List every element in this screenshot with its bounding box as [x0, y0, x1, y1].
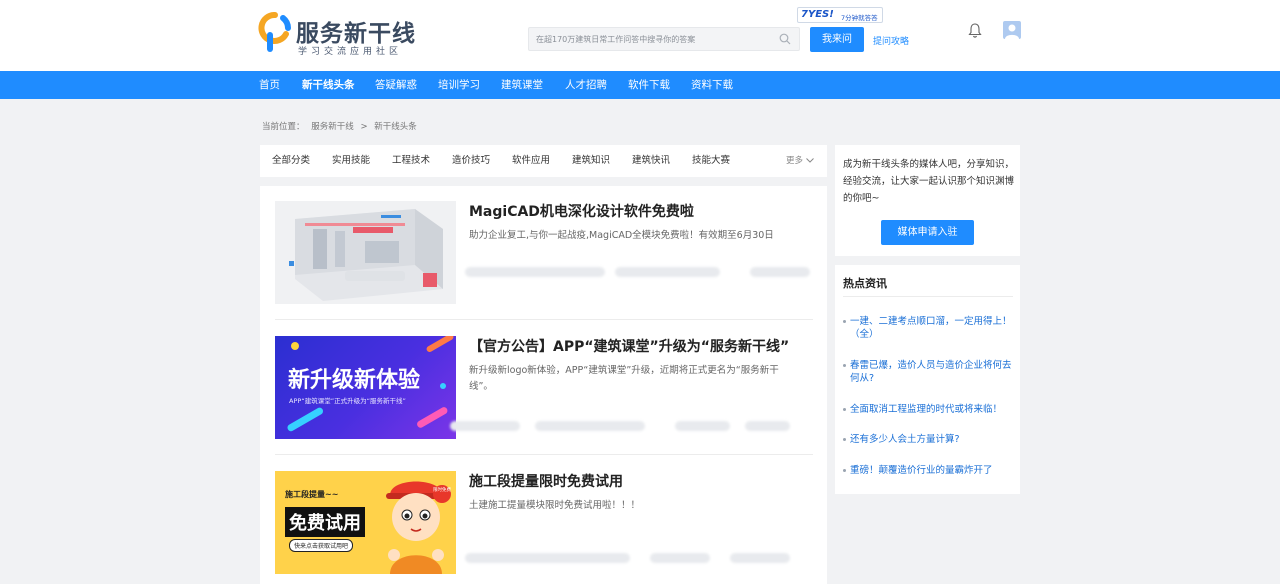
article-thumbnail[interactable]: 新升级新体验 APP“建筑课堂”正式升级为“服务新干线” — [275, 336, 456, 439]
article-summary: 新升级新logo新体验，APP“建筑课堂”升级，近期将正式更名为“服务新干线”。 — [469, 365, 779, 392]
logo-subtitle: 学习交流应用社区 — [298, 47, 403, 57]
list-item[interactable]: 施工段提量~~ 免费试用 快来点击获取试用吧 限时免费 施工段提量限时免费试用 … — [275, 471, 813, 584]
banner-headline: 新升级新体验 — [288, 362, 420, 394]
hot-news-item-label: 春雷已爆，造价人员与造价企业将何去何从? — [850, 360, 1012, 384]
article-thumbnail[interactable] — [275, 201, 456, 304]
hot-news-item-label: 全面取消工程监理的时代或将来临！ — [850, 404, 1003, 415]
category-software[interactable]: 软件应用 — [512, 145, 550, 177]
bullet-icon — [843, 438, 846, 441]
top-header: 服务新干线 学习交流应用社区 7YES! 7分钟就答答 我来问 提问攻略 — [0, 0, 1280, 71]
breadcrumb: 当前位置： 服务新干线 > 新干线头条 — [262, 120, 421, 132]
trial-banner-kicker: 施工段提量~~ — [285, 490, 339, 499]
badge-yes-label: 7YES! — [801, 9, 834, 20]
main-nav: 首页 新干线头条 答疑解惑 培训学习 建筑课堂 人才招聘 软件下载 资料下载 — [0, 71, 1280, 99]
trial-banner-headline: 免费试用 — [285, 507, 365, 537]
limited-free-badge: 限时免费 — [433, 485, 451, 503]
article-title[interactable]: 施工段提量限时免费试用 — [469, 471, 623, 491]
media-join-button[interactable]: 媒体申请入驻 — [881, 220, 974, 245]
bell-icon[interactable] — [968, 22, 982, 38]
nav-item-qa[interactable]: 答疑解惑 — [375, 71, 417, 99]
logo-mark-icon — [258, 12, 291, 52]
category-engineering[interactable]: 工程技术 — [392, 145, 430, 177]
search-box — [528, 27, 800, 51]
avatar-icon — [1005, 24, 1019, 39]
trial-banner-cta: 快来点击获取试用吧 — [289, 539, 354, 552]
user-avatar[interactable] — [1003, 21, 1021, 39]
bullet-icon — [843, 469, 846, 472]
category-more-button[interactable]: 更多 — [786, 145, 814, 177]
search-input[interactable] — [529, 28, 773, 50]
article-divider — [275, 319, 813, 320]
ask-question-button[interactable]: 我来问 — [810, 27, 864, 52]
category-bar: 全部分类 实用技能 工程技术 造价技巧 软件应用 建筑知识 建筑快讯 技能大赛 … — [260, 145, 827, 177]
category-all[interactable]: 全部分类 — [272, 145, 310, 177]
hot-news-item-label: 重磅！颠覆造价行业的量霸炸开了 — [850, 465, 993, 476]
hot-news-item-label: 一建、二建考点顺口溜，一定用得上！（全） — [850, 316, 1012, 340]
hot-news-divider — [843, 296, 1013, 297]
nav-item-home[interactable]: 首页 — [259, 71, 280, 99]
breadcrumb-current: 新干线头条 — [374, 122, 417, 132]
category-contest[interactable]: 技能大赛 — [692, 145, 730, 177]
hot-news-card: 热点资讯 一建、二建考点顺口溜，一定用得上！（全） 春雷已爆，造价人员与造价企业… — [835, 265, 1020, 494]
article-summary: 助力企业复工,与你一起战疫,MagiCAD全模块免费啦！有效期至6月30日 — [469, 230, 774, 241]
list-item[interactable]: 新升级新体验 APP“建筑课堂”正式升级为“服务新干线” 【官方公告】APP“建… — [275, 336, 813, 455]
article-divider — [275, 454, 813, 455]
category-cost[interactable]: 造价技巧 — [452, 145, 490, 177]
nav-item-jobs[interactable]: 人才招聘 — [565, 71, 607, 99]
category-news[interactable]: 建筑快讯 — [632, 145, 670, 177]
category-more-label: 更多 — [786, 156, 804, 166]
breadcrumb-prefix: 当前位置： — [262, 122, 305, 132]
media-join-card: 成为新干线头条的媒体人吧，分享知识，经验交流，让大家一起认识那个知识渊博的你吧~… — [835, 145, 1020, 256]
nav-item-resources[interactable]: 资料下载 — [691, 71, 733, 99]
article-title[interactable]: MagiCAD机电深化设计软件免费啦 — [469, 201, 694, 221]
nav-item-software[interactable]: 软件下载 — [628, 71, 670, 99]
category-skills[interactable]: 实用技能 — [332, 145, 370, 177]
hot-news-item[interactable]: 一建、二建考点顺口溜，一定用得上！（全） — [843, 315, 1015, 341]
nav-item-training[interactable]: 培训学习 — [438, 71, 480, 99]
list-item[interactable]: MagiCAD机电深化设计软件免费啦 助力企业复工,与你一起战疫,MagiCAD… — [275, 201, 813, 320]
yes-badge[interactable]: 7YES! 7分钟就答答 — [797, 7, 883, 23]
banner-subtitle: APP“建筑课堂”正式升级为“服务新干线” — [289, 397, 406, 405]
magicad-render-image — [275, 201, 456, 304]
hot-news-item[interactable]: 全面取消工程监理的时代或将来临！ — [843, 403, 1015, 416]
hot-news-item[interactable]: 重磅！颠覆造价行业的量霸炸开了 — [843, 464, 1015, 477]
category-knowledge[interactable]: 建筑知识 — [572, 145, 610, 177]
bullet-icon — [843, 364, 846, 367]
breadcrumb-separator: > — [360, 122, 368, 132]
article-title[interactable]: 【官方公告】APP“建筑课堂”升级为“服务新干线” — [469, 336, 789, 356]
nav-item-headlines[interactable]: 新干线头条 — [302, 71, 355, 99]
article-summary: 土建施工提量模块限时免费试用啦！！！ — [469, 500, 641, 511]
article-list: MagiCAD机电深化设计软件免费啦 助力企业复工,与你一起战疫,MagiCAD… — [260, 186, 827, 584]
nav-item-classroom[interactable]: 建筑课堂 — [501, 71, 543, 99]
bullet-icon — [843, 408, 846, 411]
ask-tips-link[interactable]: 提问攻略 — [873, 34, 909, 47]
media-join-text: 成为新干线头条的媒体人吧，分享知识，经验交流，让大家一起认识那个知识渊博的你吧~ — [843, 159, 1015, 204]
search-icon[interactable] — [779, 33, 791, 45]
bullet-icon — [843, 320, 846, 323]
hot-news-item[interactable]: 还有多少人会土方量计算? — [843, 433, 1015, 446]
logo-title: 服务新干线 — [296, 21, 416, 47]
hot-news-item-label: 还有多少人会土方量计算? — [850, 434, 960, 445]
chevron-down-icon — [805, 158, 814, 163]
badge-text: 7分钟就答答 — [841, 14, 878, 22]
article-thumbnail[interactable]: 施工段提量~~ 免费试用 快来点击获取试用吧 限时免费 — [275, 471, 456, 574]
site-logo[interactable]: 服务新干线 学习交流应用社区 — [258, 12, 428, 58]
hot-news-item[interactable]: 春雷已爆，造价人员与造价企业将何去何从? — [843, 359, 1015, 385]
hot-news-title: 热点资讯 — [843, 277, 887, 290]
breadcrumb-home[interactable]: 服务新干线 — [311, 122, 354, 132]
banner-headline-text: 新升级新体验 — [288, 368, 421, 393]
